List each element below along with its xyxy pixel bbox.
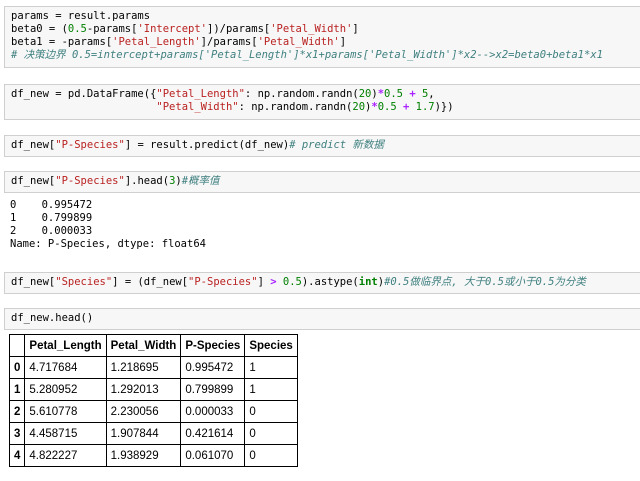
table-cell: 0.000033 [180,400,246,423]
table-row: 2 5.610778 2.230056 0.000033 0 [8,400,298,423]
table-cell: 1 [244,378,298,401]
column-header: Species [244,334,298,357]
index-header [8,334,26,357]
table-row: 3 4.458715 1.907844 0.421614 0 [8,422,298,445]
table-cell: 0.995472 [180,356,246,379]
code-comment: # 决策边界 0.5=intercept+params['Petal_Lengt… [11,49,603,61]
row-index: 0 [8,356,26,379]
table-cell: 0.799899 [180,378,246,401]
table-cell: 1.218695 [105,356,182,379]
dataframe-table: Petal_Length Petal_Width P-Species Speci… [8,334,298,467]
code-line: params = result.params [11,10,151,22]
table-cell: 0 [244,422,298,445]
row-index: 4 [8,444,26,467]
code-line: df_new.head() [11,312,94,324]
code-cell-3[interactable]: df_new["P-Species"] = result.predict(df_… [4,135,640,157]
table-row: 4 4.822227 1.938929 0.061070 0 [8,444,298,467]
row-index: 3 [8,422,26,445]
column-header: Petal_Length [24,334,107,357]
output-line: 1 0.799899 [10,212,93,224]
table-header-row: Petal_Length Petal_Width P-Species Speci… [8,334,298,357]
code-cell-4[interactable]: df_new["P-Species"].head(3)#概率值 [4,171,640,193]
code-line: beta1 = -params['Petal_Length']/params['… [11,36,347,48]
row-index: 1 [8,378,26,401]
cell-4-output: 0 0.995472 1 0.799899 2 0.000033 Name: P… [10,199,206,251]
table-cell: 4.458715 [24,422,107,445]
output-line: 2 0.000033 [10,225,93,237]
code-line: beta0 = (0.5-params['Intercept'])/params… [11,23,359,35]
row-index: 2 [8,400,26,423]
table-row: 1 5.280952 1.292013 0.799899 1 [8,378,298,401]
table-cell: 1.292013 [105,378,182,401]
column-header: Petal_Width [105,334,182,357]
code-line: df_new["Species"] = (df_new["P-Species"]… [11,276,586,288]
code-cell-5[interactable]: df_new["Species"] = (df_new["P-Species"]… [4,272,640,294]
table-cell: 2.230056 [105,400,182,423]
table-cell: 5.610778 [24,400,107,423]
table-cell: 4.822227 [24,444,107,467]
table-cell: 1.938929 [105,444,182,467]
code-cell-1[interactable]: params = result.params beta0 = (0.5-para… [4,6,640,68]
table-cell: 0.061070 [180,444,246,467]
table-cell: 0 [244,444,298,467]
column-header: P-Species [180,334,246,357]
table-row: 0 4.717684 1.218695 0.995472 1 [8,356,298,379]
table-cell: 0.421614 [180,422,246,445]
code-line: df_new["P-Species"] = result.predict(df_… [11,139,384,151]
code-line: "Petal_Width": np.random.randn(20)*0.5 +… [156,101,454,113]
output-line: 0 0.995472 [10,199,93,211]
table-cell: 1.907844 [105,422,182,445]
code-cell-2[interactable]: df_new = pd.DataFrame({"Petal_Length": n… [4,84,640,120]
code-line: df_new["P-Species"].head(3)#概率值 [11,175,220,187]
table-cell: 4.717684 [24,356,107,379]
table-cell: 5.280952 [24,378,107,401]
table-cell: 0 [244,400,298,423]
table-cell: 1 [244,356,298,379]
code-cell-6[interactable]: df_new.head() [4,308,640,330]
output-line: Name: P-Species, dtype: float64 [10,238,206,250]
code-line: df_new = pd.DataFrame({"Petal_Length": n… [11,88,435,100]
